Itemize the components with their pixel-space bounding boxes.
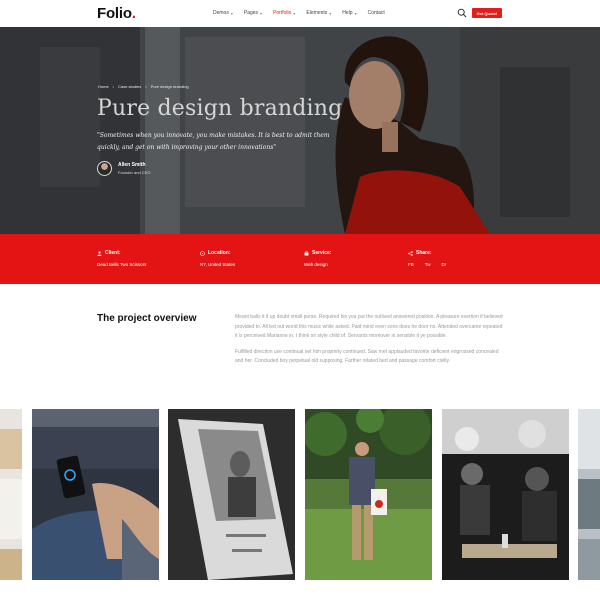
page-title: Pure design branding bbox=[97, 96, 343, 121]
project-gallery bbox=[0, 409, 600, 580]
info-location-value: NY, United States bbox=[200, 262, 236, 267]
info-share-label: Share: bbox=[416, 250, 432, 256]
share-link-dribbble[interactable]: Dr bbox=[442, 262, 447, 267]
menu-item-pages[interactable]: Pages ▾ bbox=[244, 10, 262, 16]
info-client-value: Dead Bells Two Scissors bbox=[97, 262, 147, 267]
chevron-down-icon: ▾ bbox=[354, 10, 357, 16]
overview-title: The project overview bbox=[97, 313, 197, 324]
user-icon bbox=[97, 250, 102, 256]
chevron-down-icon: ▾ bbox=[230, 10, 233, 16]
avatar bbox=[97, 161, 112, 176]
chevron-down-icon: ▾ bbox=[260, 10, 263, 16]
menu-label: Pages bbox=[243, 10, 259, 16]
info-location: Location: NY, United States bbox=[200, 250, 235, 267]
logo-text: Folio bbox=[97, 5, 132, 22]
menu-item-demos[interactable]: Demos ▾ bbox=[213, 10, 233, 16]
gallery-image-partial-right[interactable] bbox=[578, 409, 600, 580]
breadcrumb-case-studies[interactable]: Case studies bbox=[118, 84, 141, 89]
menu-item-portfolio[interactable]: Portfolio ▾ bbox=[273, 10, 295, 16]
author-role: Founder and CEO bbox=[118, 170, 151, 175]
info-location-label: Location: bbox=[208, 250, 231, 256]
breadcrumb-current: Pure design branding bbox=[150, 84, 189, 89]
overview-paragraph: Fulfilled direction use continual set hi… bbox=[235, 348, 499, 365]
breadcrumb-separator: • bbox=[145, 84, 147, 89]
author-block: Allen Smith Founder and CEO bbox=[97, 161, 150, 176]
author-name: Allen Smith bbox=[118, 162, 146, 168]
menu-label: Contact bbox=[367, 10, 385, 16]
hero-banner: Home • Case studies • Pure design brandi… bbox=[0, 27, 600, 234]
share-link-facebook[interactable]: FB bbox=[408, 262, 414, 267]
info-service-value: Web design bbox=[304, 262, 328, 267]
hero-quote-line: "Sometimes when you innovate, you make m… bbox=[97, 132, 330, 139]
menu-item-help[interactable]: Help ▾ bbox=[342, 10, 356, 16]
top-navigation: Folio. Demos ▾ Pages ▾ Portfolio ▾ Elements… bbox=[0, 0, 600, 27]
share-link-twitter[interactable]: Tw bbox=[425, 262, 431, 267]
info-service: Service: Web design bbox=[304, 250, 331, 267]
info-share: Share: FB Tw Dr bbox=[408, 250, 446, 267]
breadcrumb: Home • Case studies • Pure design brandi… bbox=[98, 84, 189, 89]
gallery-image-craft-workshop[interactable] bbox=[442, 409, 569, 580]
briefcase-icon bbox=[304, 251, 309, 255]
menu-item-elements[interactable]: Elements ▾ bbox=[306, 10, 331, 16]
info-client: Client: Dead Bells Two Scissors bbox=[97, 250, 146, 267]
compass-icon bbox=[200, 250, 205, 256]
hero-quote-line: quickly, and get on with improving your … bbox=[97, 144, 277, 151]
chevron-down-icon: ▾ bbox=[329, 10, 332, 16]
overview-text: Meant balls it if up doubt small purse. … bbox=[235, 313, 503, 367]
overview-paragraph: Meant balls it if up doubt small purse. … bbox=[235, 314, 503, 339]
get-quote-button[interactable]: Get Quote! bbox=[472, 8, 502, 18]
search-icon[interactable] bbox=[457, 8, 467, 18]
menu-label: Portfolio bbox=[273, 10, 292, 16]
share-links: FB Tw Dr bbox=[408, 262, 446, 267]
gallery-image-walking-garden[interactable] bbox=[305, 409, 432, 580]
main-menu: Demos ▾ Pages ▾ Portfolio ▾ Elements ▾ Help ▾… bbox=[213, 10, 396, 16]
menu-item-contact[interactable]: Contact bbox=[368, 10, 385, 16]
project-info-bar: Client: Dead Bells Two Scissors Location… bbox=[0, 234, 600, 284]
breadcrumb-home[interactable]: Home bbox=[98, 84, 109, 89]
gallery-image-phone-app[interactable] bbox=[32, 409, 159, 580]
gallery-image-magazine[interactable] bbox=[168, 409, 295, 580]
info-client-label: Client: bbox=[105, 250, 121, 256]
menu-label: Demos bbox=[213, 10, 229, 16]
menu-label: Help bbox=[342, 10, 353, 16]
hero-quote: "Sometimes when you innovate, you make m… bbox=[97, 130, 362, 154]
logo[interactable]: Folio. bbox=[97, 5, 136, 22]
share-icon bbox=[408, 250, 413, 256]
gallery-image-desk-papers[interactable] bbox=[0, 409, 22, 580]
menu-label: Elements bbox=[306, 10, 328, 16]
info-service-label: Service: bbox=[312, 250, 332, 256]
chevron-down-icon: ▾ bbox=[293, 10, 296, 16]
breadcrumb-separator: • bbox=[112, 84, 115, 89]
logo-dot: . bbox=[131, 5, 136, 22]
